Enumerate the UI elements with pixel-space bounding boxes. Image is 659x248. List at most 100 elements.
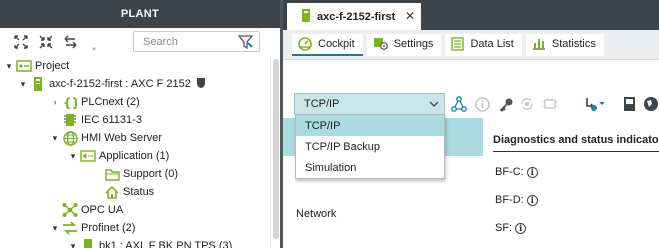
shield-icon [196, 77, 206, 92]
tab-statistics[interactable]: Statistics [525, 33, 604, 56]
info-icon[interactable]: i [526, 166, 538, 178]
chevron-down-icon[interactable] [429, 99, 439, 112]
collapse-arrow-icon[interactable]: ▾ [50, 223, 60, 234]
plant-tree: ▾ Project ▾ axc-f-2152-first : AXC F 215… [0, 57, 280, 248]
tab-label: Settings [393, 37, 434, 50]
settings-icon [373, 37, 388, 50]
controller-icon [30, 76, 46, 92]
folder-icon [104, 166, 120, 182]
sync-icon[interactable] [519, 96, 535, 112]
collapse-arrow-icon[interactable]: ▾ [18, 79, 28, 90]
svg-text:{}: {} [63, 96, 77, 109]
tree-node-application[interactable]: ▾ Application (1) [0, 147, 280, 165]
tree-node-bk1[interactable]: ▾ bk1 : AXL F BK PN TPS (3) [0, 237, 280, 248]
web-icon[interactable] [643, 96, 659, 112]
cockpit-icon [298, 36, 312, 51]
indicator-label: BF-C: [495, 166, 524, 178]
connection-type-value: TCP/IP [304, 98, 340, 110]
tree-node-controller[interactable]: ▾ axc-f-2152-first : AXC F 2152 [0, 75, 280, 93]
divider [493, 151, 659, 152]
expand-all-icon[interactable] [12, 34, 29, 51]
plant-toolbar: ▼ [0, 28, 280, 56]
tree-node-label: bk1 : AXL F BK PN TPS (3) [99, 240, 233, 248]
dropdown-arrow-icon[interactable]: ▼ [91, 47, 97, 53]
module-icon[interactable] [542, 96, 558, 112]
plant-panel: PLANT ▼ ▾ Project ▾ [0, 0, 280, 248]
home-icon [104, 184, 120, 200]
connection-type-dropdown: TCP/IP TCP/IP Backup Simulation [295, 114, 445, 179]
search-box[interactable] [133, 31, 260, 52]
tree-node-hmi[interactable]: ▾ HMI Web Server [0, 129, 280, 147]
network-scan-icon[interactable] [451, 96, 467, 112]
document-tab-title: axc-f-2152-first [317, 10, 396, 23]
collapse-arrow-icon[interactable]: ▾ [68, 151, 78, 162]
plant-panel-title: PLANT [0, 0, 280, 28]
collapse-all-icon[interactable] [37, 34, 54, 51]
option-tcp-ip[interactable]: TCP/IP [296, 115, 444, 136]
search-input[interactable] [143, 35, 233, 48]
document-tab[interactable]: axc-f-2152-first ✕ [287, 3, 421, 30]
globe-icon [62, 130, 78, 146]
tree-node-label: axc-f-2152-first : AXC F 2152 [49, 78, 191, 90]
tree-node-label: Profinet (2) [81, 222, 136, 234]
tree-node-profinet[interactable]: ▾ Profinet (2) [0, 219, 280, 237]
info-icon[interactable]: i [515, 222, 527, 234]
tab-settings[interactable]: Settings [366, 33, 442, 56]
collapse-arrow-icon[interactable]: ▾ [4, 61, 14, 72]
indicator-bf-c: BF-C: i [495, 166, 538, 178]
application-icon [80, 148, 96, 164]
opcua-icon [62, 202, 78, 218]
close-icon[interactable]: ✕ [405, 9, 415, 23]
diagnostics-title: Diagnostics and status indicato [493, 134, 659, 146]
iec-icon [62, 112, 78, 128]
tree-node-plcnext[interactable]: › {} PLCnext (2) [0, 93, 280, 111]
connection-type-select[interactable]: TCP/IP [294, 93, 445, 115]
sort-icon[interactable] [62, 34, 79, 51]
project-icon [16, 58, 32, 74]
document-tab-bar: axc-f-2152-first ✕ [283, 0, 659, 30]
plant-tree-scrollbar[interactable] [270, 57, 280, 248]
tree-node-label: Project [35, 60, 70, 72]
tree-node-opcua[interactable]: OPC UA [0, 201, 280, 219]
controller-icon [302, 8, 310, 25]
tree-node-label: PLCnext (2) [81, 96, 140, 108]
tree-node-label: Status [123, 186, 155, 198]
profinet-icon [62, 220, 78, 236]
device-icon [80, 238, 96, 248]
tree-node-label: IEC 61131-3 [81, 114, 142, 126]
tree-node-support[interactable]: Support (0) [0, 165, 280, 183]
filter-icon[interactable] [237, 34, 254, 53]
info-icon[interactable]: i [526, 194, 538, 206]
info-icon[interactable] [474, 96, 490, 112]
statistics-icon [532, 37, 546, 50]
tab-label: Data List [470, 37, 514, 50]
download-icon[interactable] [585, 96, 607, 112]
scrollbar-thumb[interactable] [273, 59, 279, 239]
plcnext-icon: {} [62, 94, 78, 110]
indicator-sf: SF: i [495, 222, 527, 234]
editor-subtabs: Cockpit Settings Data List Statistics [283, 30, 659, 60]
tab-label: Statistics [551, 37, 596, 50]
tab-cockpit[interactable]: Cockpit [292, 33, 363, 56]
key-icon[interactable] [498, 96, 514, 112]
option-tcp-ip-backup[interactable]: TCP/IP Backup [296, 136, 444, 157]
tree-node-status[interactable]: Status [0, 183, 280, 201]
collapse-arrow-icon[interactable]: ▾ [68, 241, 78, 248]
tree-node-project[interactable]: ▾ Project [0, 57, 280, 75]
tree-node-label: Support (0) [123, 168, 179, 180]
option-simulation[interactable]: Simulation [296, 157, 444, 178]
network-label[interactable]: Network [296, 208, 336, 220]
collapse-arrow-icon[interactable]: ▾ [50, 133, 60, 144]
data-list-icon [451, 36, 465, 51]
indicator-label: BF-D: [495, 194, 524, 206]
indicator-label: SF: [495, 222, 513, 234]
tree-node-label: OPC UA [81, 204, 124, 216]
tab-data-list[interactable]: Data List [445, 33, 522, 56]
tab-label: Cockpit [318, 37, 355, 50]
tree-node-label: HMI Web Server [81, 132, 163, 144]
tree-node-iec[interactable]: IEC 61131-3 [0, 111, 280, 129]
indicator-bf-d: BF-D: i [495, 194, 538, 206]
expand-arrow-icon[interactable]: › [50, 97, 60, 107]
device-panel-icon[interactable] [621, 96, 637, 112]
tree-node-label: Application (1) [99, 150, 170, 162]
